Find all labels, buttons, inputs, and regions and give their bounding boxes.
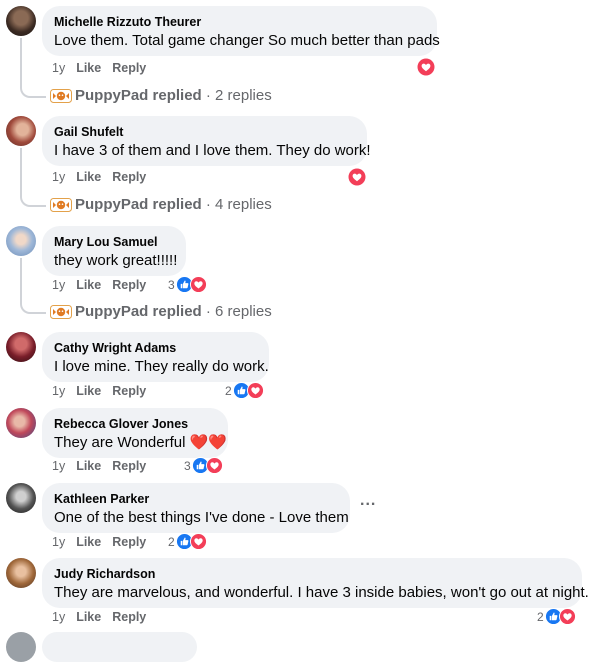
reply-button[interactable]: Reply bbox=[112, 169, 146, 185]
reaction-count: 2 bbox=[168, 534, 175, 549]
reply-button[interactable]: Reply bbox=[112, 458, 146, 474]
comment-author[interactable]: Rebecca Glover Jones bbox=[54, 416, 216, 432]
comment-time[interactable]: 1y bbox=[52, 609, 65, 625]
comment-actions: 1y Like Reply bbox=[52, 60, 157, 76]
comment-text: I love mine. They really do work. bbox=[54, 358, 269, 375]
puppypad-logo-icon bbox=[50, 198, 72, 213]
comment-author[interactable]: Michelle Rizzuto Theurer bbox=[54, 14, 425, 30]
reply-button[interactable]: Reply bbox=[112, 383, 146, 399]
heart-icon bbox=[205, 457, 223, 474]
comment-actions: 1y Like Reply bbox=[52, 534, 157, 550]
heart-icon bbox=[189, 276, 207, 293]
reaction-summary[interactable]: 2 bbox=[225, 382, 264, 400]
heart-icon[interactable] bbox=[348, 168, 366, 186]
like-button[interactable]: Like bbox=[76, 383, 101, 399]
comment-bubble: Judy Richardson They are marvelous, and … bbox=[42, 558, 589, 608]
view-replies-link[interactable]: PuppyPad replied · 2 replies bbox=[50, 86, 272, 106]
comment-author[interactable]: Kathleen Parker bbox=[54, 491, 338, 507]
comment-author[interactable]: Judy Richardson bbox=[54, 566, 570, 582]
heart-icon bbox=[558, 608, 576, 625]
comment-text: They are Wonderful ❤️❤️ bbox=[54, 434, 227, 451]
more-options-icon[interactable]: ... bbox=[360, 492, 376, 510]
like-button[interactable]: Like bbox=[76, 534, 101, 550]
comment-text: They are marvelous, and wonderful. I hav… bbox=[54, 584, 589, 601]
comment-actions: 1y Like Reply bbox=[52, 383, 157, 399]
comment-author[interactable]: Gail Shufelt bbox=[54, 124, 355, 140]
comment-time[interactable]: 1y bbox=[52, 169, 65, 185]
view-replies-link[interactable]: PuppyPad replied · 6 replies bbox=[50, 302, 272, 322]
comment-bubble: Michelle Rizzuto Theurer Love them. Tota… bbox=[42, 6, 440, 56]
reply-summary-name[interactable]: PuppyPad replied bbox=[75, 87, 202, 104]
reply-count[interactable]: · 6 replies bbox=[202, 303, 272, 320]
heart-icon bbox=[189, 533, 207, 550]
comment-bubble: Mary Lou Samuel they work great!!!!! bbox=[42, 226, 186, 276]
comment-text: Love them. Total game changer So much be… bbox=[54, 32, 440, 49]
comment-actions: 1y Like Reply bbox=[52, 458, 157, 474]
avatar[interactable] bbox=[6, 558, 36, 588]
reply-button[interactable]: Reply bbox=[112, 60, 146, 76]
reaction-count: 2 bbox=[225, 383, 232, 398]
reaction-summary[interactable]: 2 bbox=[168, 533, 207, 551]
thread-line bbox=[20, 148, 46, 207]
reply-summary-name[interactable]: PuppyPad replied bbox=[75, 196, 202, 213]
reaction-count: 3 bbox=[184, 458, 191, 473]
comment-bubble: Gail Shufelt I have 3 of them and I love… bbox=[42, 116, 371, 166]
comment-time[interactable]: 1y bbox=[52, 277, 65, 293]
thread-line bbox=[20, 38, 46, 98]
comment-text: I have 3 of them and I love them. They d… bbox=[54, 142, 371, 159]
reaction-summary[interactable]: 2 bbox=[537, 608, 576, 626]
avatar[interactable] bbox=[6, 332, 36, 362]
thread-line bbox=[20, 258, 46, 314]
like-button[interactable]: Like bbox=[76, 609, 101, 625]
reply-count[interactable]: · 2 replies bbox=[202, 87, 272, 104]
heart-icon bbox=[246, 382, 264, 399]
comment-bubble: Kathleen Parker One of the best things I… bbox=[42, 483, 350, 533]
comment-text: One of the best things I've done - Love … bbox=[54, 509, 349, 526]
reply-summary-name[interactable]: PuppyPad replied bbox=[75, 303, 202, 320]
like-button[interactable]: Like bbox=[76, 277, 101, 293]
puppypad-logo-icon bbox=[50, 305, 72, 320]
comment-time[interactable]: 1y bbox=[52, 534, 65, 550]
like-button[interactable]: Like bbox=[76, 60, 101, 76]
like-button[interactable]: Like bbox=[76, 169, 101, 185]
reaction-summary[interactable]: 3 bbox=[168, 276, 207, 294]
comment-author[interactable]: Mary Lou Samuel bbox=[54, 234, 174, 250]
comment-bubble: Cathy Wright Adams I love mine. They rea… bbox=[42, 332, 269, 382]
comment-actions: 1y Like Reply bbox=[52, 277, 157, 293]
avatar[interactable] bbox=[6, 408, 36, 438]
comment-time[interactable]: 1y bbox=[52, 383, 65, 399]
view-replies-link[interactable]: PuppyPad replied · 4 replies bbox=[50, 195, 272, 215]
heart-icon[interactable] bbox=[417, 58, 435, 76]
avatar[interactable] bbox=[6, 226, 36, 256]
comment-author[interactable]: Cathy Wright Adams bbox=[54, 340, 257, 356]
avatar[interactable] bbox=[6, 116, 36, 146]
comment-time[interactable]: 1y bbox=[52, 60, 65, 76]
comment-time[interactable]: 1y bbox=[52, 458, 65, 474]
reply-button[interactable]: Reply bbox=[112, 277, 146, 293]
puppypad-logo-icon bbox=[50, 89, 72, 104]
like-button[interactable]: Like bbox=[76, 458, 101, 474]
reaction-count: 3 bbox=[168, 277, 175, 292]
avatar[interactable] bbox=[6, 6, 36, 36]
reply-button[interactable]: Reply bbox=[112, 534, 146, 550]
comment-text: they work great!!!!! bbox=[54, 252, 178, 269]
comment-actions: 1y Like Reply bbox=[52, 609, 157, 625]
reaction-count: 2 bbox=[537, 609, 544, 624]
reply-count[interactable]: · 4 replies bbox=[202, 196, 272, 213]
avatar[interactable] bbox=[6, 483, 36, 513]
reaction-summary[interactable]: 3 bbox=[184, 457, 223, 475]
comment-actions: 1y Like Reply bbox=[52, 169, 157, 185]
reply-button[interactable]: Reply bbox=[112, 609, 146, 625]
comment-bubble: Rebecca Glover Jones They are Wonderful … bbox=[42, 408, 228, 458]
